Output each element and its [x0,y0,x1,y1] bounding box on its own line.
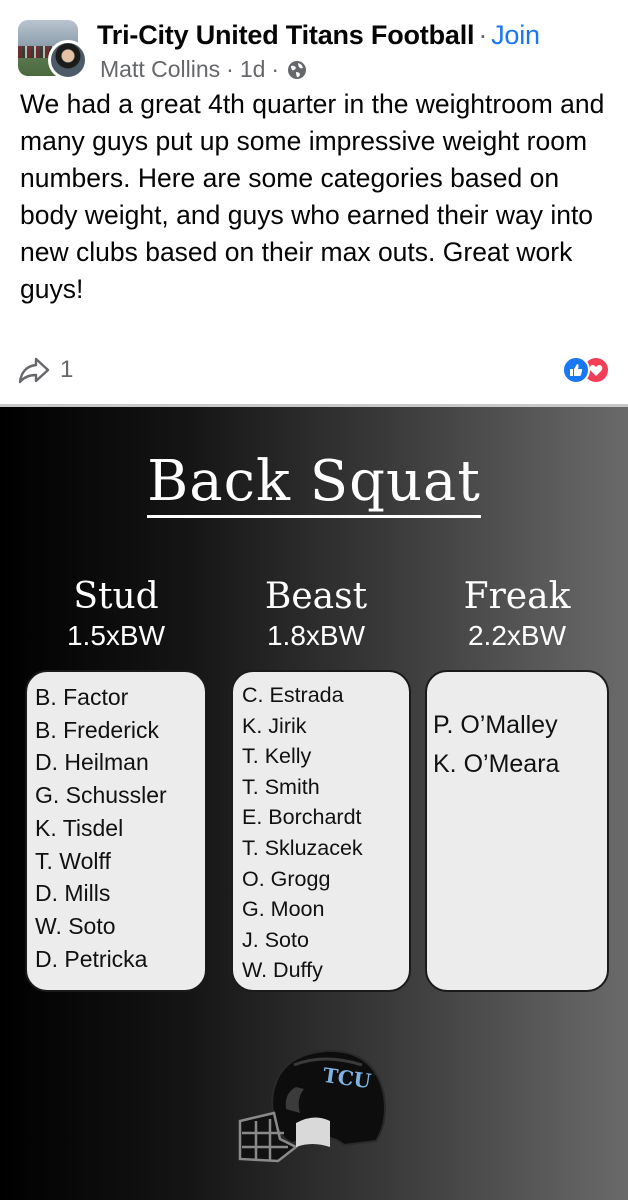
list-item: K. Jirik [242,713,307,738]
list-item: P. O’Malley [433,711,558,739]
post-meta: Matt Collins · 1d · [100,56,307,83]
column-name: Beast [264,576,368,617]
list-item: G. Schussler [35,782,167,809]
list-item: T. Kelly [242,744,312,769]
post-time-link[interactable]: 1d [240,56,266,83]
stud-list-box: B. Factor B. Frederick D. Heilman G. Sch… [25,670,207,992]
beast-list-box: C. Estrada K. Jirik T. Kelly T. Smith E.… [231,670,411,992]
graphic-title: Back Squat [147,449,481,514]
list-item: W. Soto [35,912,116,939]
list-item: T. Smith [242,774,320,799]
facebook-post: Tri-City United Titans Football · Join Mat… [0,0,628,406]
list-item: J. Soto [242,927,309,952]
separator-dot: · [478,20,488,50]
separator-dot: · [271,56,280,82]
freak-list-box: P. O’Malley K. O’Meara [425,670,609,992]
group-name-link[interactable]: Tri-City United Titans Football [97,20,475,50]
avatar[interactable] [18,20,90,80]
list-item: G. Moon [242,897,325,922]
list-item: T. Wolff [35,847,111,874]
list-item: K. Tisdel [35,814,124,841]
column-name: Freak [463,576,571,617]
list-item: B. Frederick [35,716,159,743]
column-header-beast: Beast 1.8xBW [226,577,406,653]
like-icon [562,356,590,384]
share-count: 1 [60,356,74,383]
share-button[interactable]: 1 [18,355,73,385]
reaction-summary[interactable] [562,356,610,384]
list-item: D. Heilman [35,749,149,776]
join-button[interactable]: Join [491,20,540,50]
user-avatar[interactable] [48,40,88,80]
post-body-text: We had a great 4th quarter in the weight… [20,89,605,304]
column-ratio: 1.5xBW [66,620,166,651]
column-name: Stud [73,576,159,617]
column-header-stud: Stud 1.5xBW [26,577,206,653]
list-item: D. Mills [35,880,111,907]
title-underline [147,515,481,518]
list-item: K. O’Meara [433,750,560,778]
column-header-freak: Freak 2.2xBW [427,577,607,653]
column-ratio: 1.8xBW [266,620,366,651]
list-item: W. Duffy [242,958,323,983]
list-item: T. Skluzacek [242,835,363,860]
post-header-title: Tri-City United Titans Football · Join [97,20,540,51]
helmet-logo-icon: TCU [238,1049,386,1163]
share-icon [18,357,50,384]
globe-icon [288,60,307,79]
list-item: O. Grogg [242,866,331,891]
author-name-link[interactable]: Matt Collins [100,56,220,83]
post-image[interactable]: Back Squat Stud 1.5xBW Beast 1.8xBW Frea… [0,407,628,1200]
list-item: D. Petricka [35,945,148,972]
column-ratio: 2.2xBW [467,620,567,651]
list-item: C. Estrada [242,683,344,707]
list-item: B. Factor [35,684,129,710]
separator-dot: · [226,56,234,82]
list-item: E. Borchardt [242,805,362,830]
